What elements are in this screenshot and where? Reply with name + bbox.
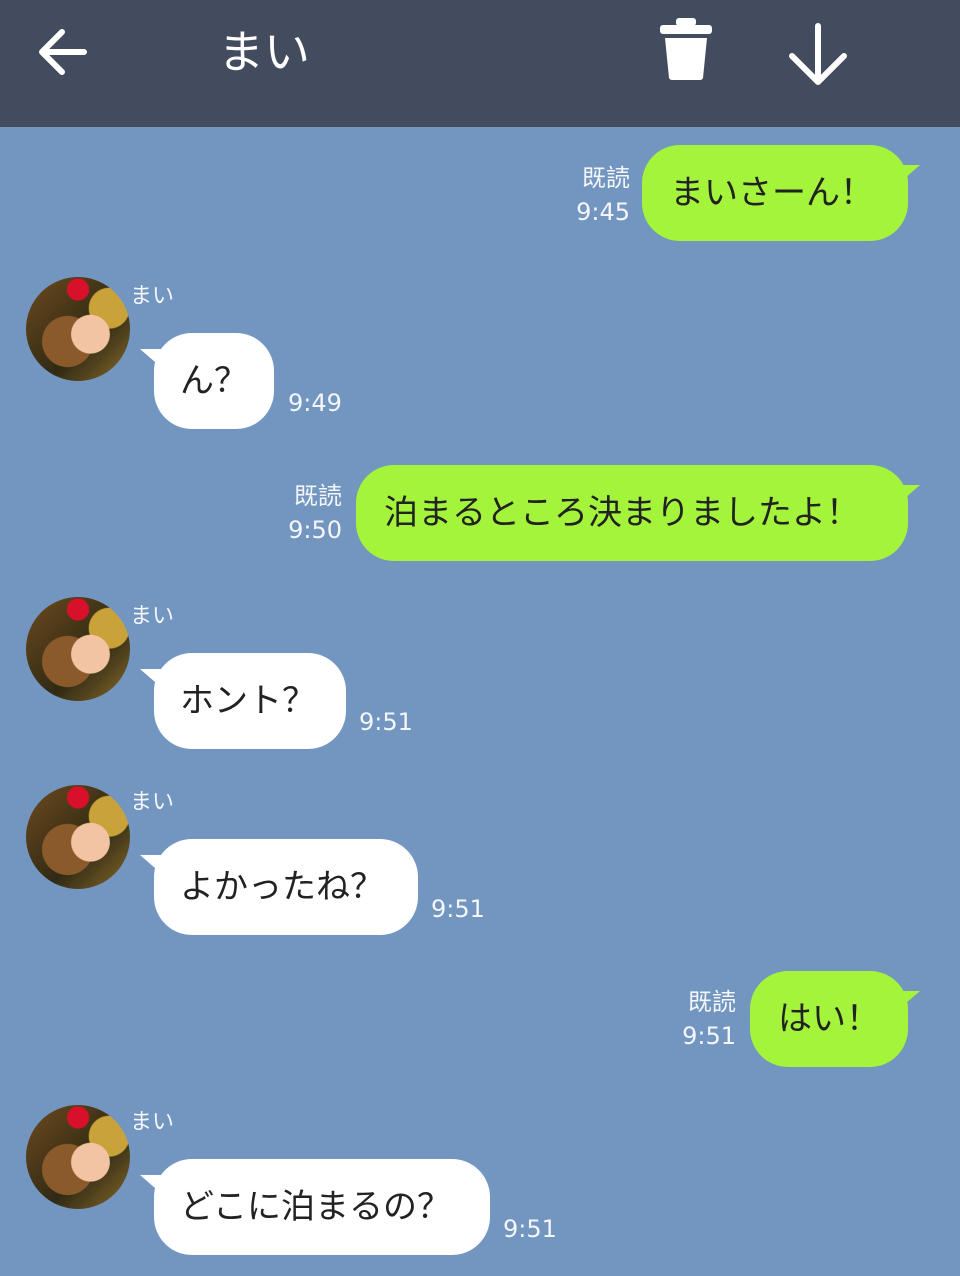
received-message-bubble[interactable]: ん？ (154, 333, 274, 429)
arrow-left-icon (39, 29, 87, 75)
delete-button[interactable] (656, 16, 716, 82)
received-message-bubble[interactable]: ホント？ (154, 653, 346, 749)
message-text: ホント？ (180, 681, 316, 721)
bubble-tail (890, 485, 920, 511)
sent-message-bubble[interactable]: まいさーん！ (642, 145, 908, 241)
sender-name: まい (130, 1110, 175, 1135)
message-text: 泊まるところ決まりましたよ！ (384, 493, 860, 533)
message-list[interactable]: 既読 9:45 まいさーん！ まい ん？ 9:49 既読 9:50 泊まるところ… (0, 127, 960, 1276)
message-text: ん？ (180, 361, 248, 401)
message-text: はい！ (778, 999, 880, 1039)
chat-header: まい (0, 0, 960, 127)
sender-name: まい (130, 604, 175, 629)
read-status: 既読 9:45 (560, 161, 630, 229)
sent-message-bubble[interactable]: はい！ (750, 971, 908, 1067)
message-time: 9:51 (682, 1022, 736, 1050)
message-time: 9:51 (359, 708, 413, 736)
read-status: 既読 9:50 (272, 479, 342, 547)
message-time: 9:51 (503, 1215, 557, 1243)
message-time: 9:50 (288, 516, 342, 544)
trash-icon (660, 18, 712, 80)
message-text: よかったね？ (180, 867, 384, 907)
read-label: 既読 (582, 164, 630, 192)
avatar[interactable] (26, 277, 130, 381)
bubble-tail (890, 991, 920, 1017)
message-text: どこに泊まるの？ (180, 1187, 451, 1227)
chat-title: まい (218, 25, 310, 79)
message-time: 9:45 (576, 198, 630, 226)
download-button[interactable] (784, 20, 852, 88)
avatar[interactable] (26, 597, 130, 701)
message-time: 9:49 (288, 389, 342, 417)
sender-name: まい (130, 284, 175, 309)
bubble-tail (890, 165, 920, 191)
message-time: 9:51 (431, 895, 485, 923)
read-status: 既読 9:51 (666, 985, 736, 1053)
sent-message-bubble[interactable]: 泊まるところ決まりましたよ！ (356, 465, 908, 561)
sender-name: まい (130, 790, 175, 815)
avatar[interactable] (26, 1105, 130, 1209)
read-label: 既読 (688, 988, 736, 1016)
read-label: 既読 (294, 482, 342, 510)
received-message-bubble[interactable]: よかったね？ (154, 839, 418, 935)
arrow-down-icon (789, 23, 847, 85)
message-text: まいさーん！ (670, 173, 874, 213)
avatar[interactable] (26, 785, 130, 889)
back-button[interactable] (36, 26, 92, 78)
received-message-bubble[interactable]: どこに泊まるの？ (154, 1159, 490, 1255)
